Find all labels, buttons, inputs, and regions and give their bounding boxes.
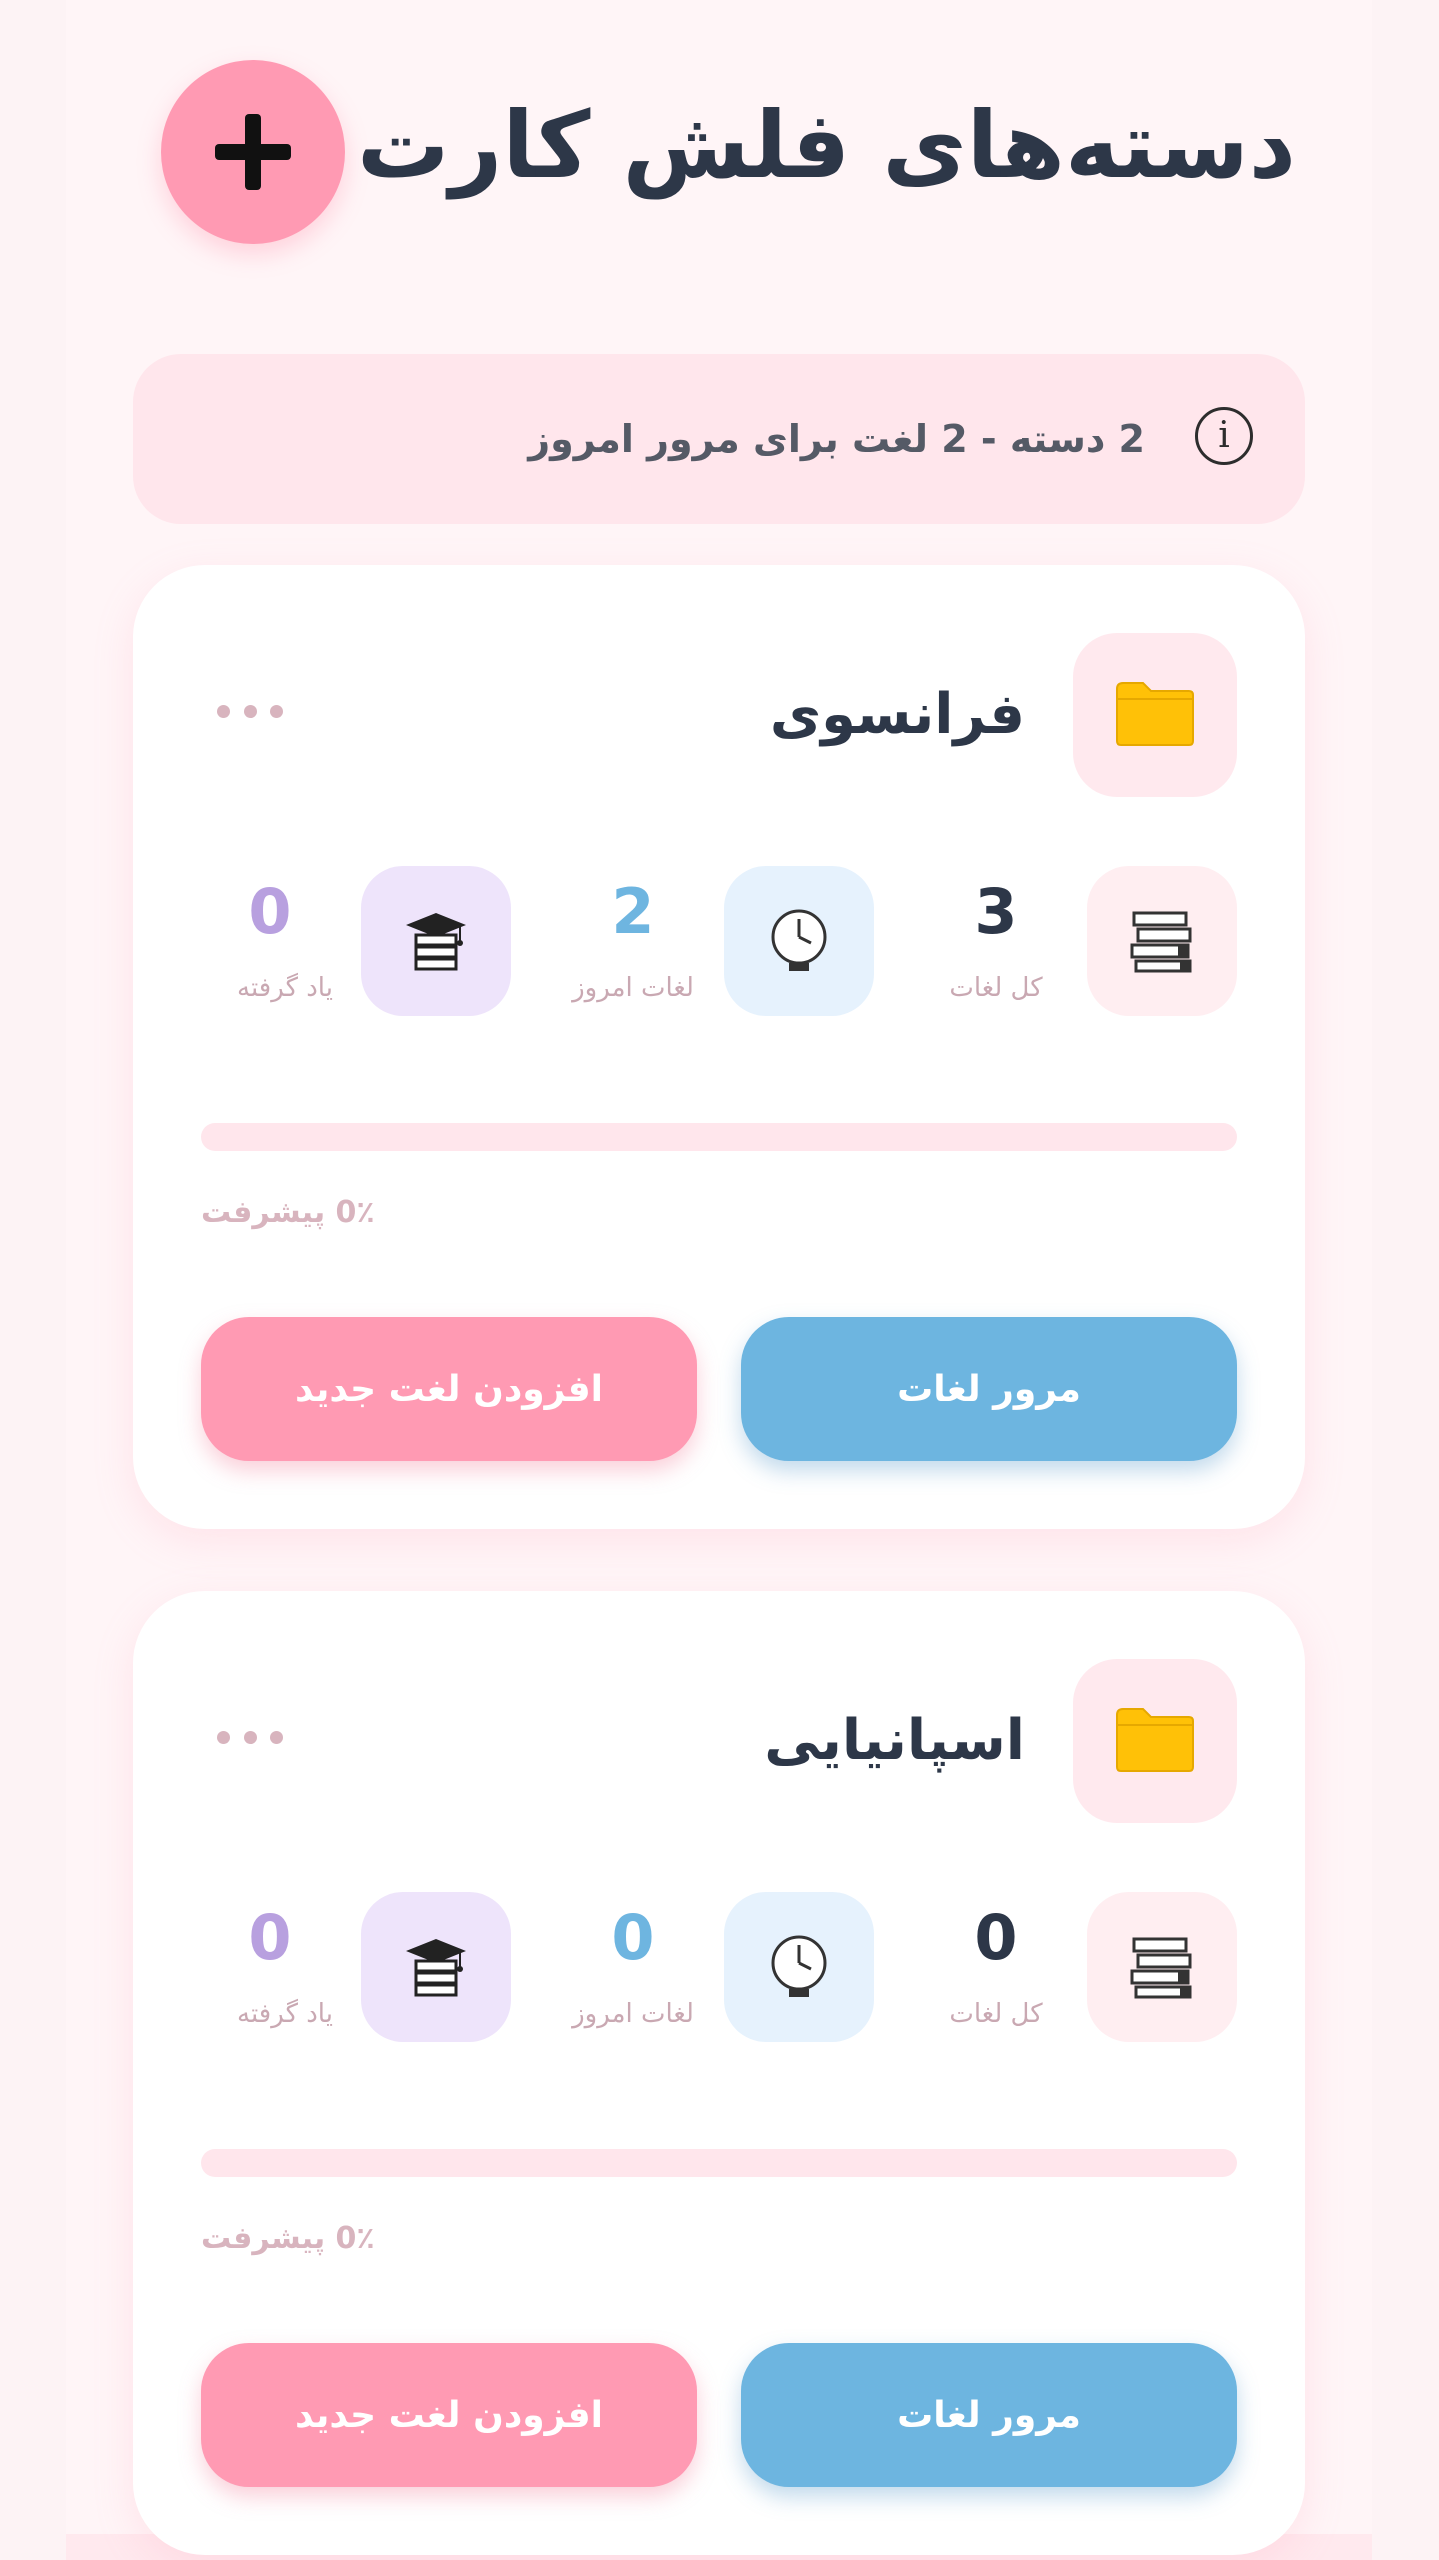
review-words-button[interactable]: مرور لغات xyxy=(741,2343,1237,2487)
deck-name: اسپانیایی xyxy=(764,1708,1025,1773)
today-words-tile xyxy=(724,1892,874,2042)
today-words-label: لغات امروز xyxy=(572,1999,694,2029)
summary-text: 2 دسته - 2 لغت برای مرور امروز xyxy=(528,417,1145,461)
plus-icon xyxy=(215,114,291,190)
clock-icon xyxy=(771,1935,827,1997)
graduation-cap-icon xyxy=(406,913,466,971)
folder-tile xyxy=(1073,1659,1237,1823)
progress-bar xyxy=(201,2149,1237,2177)
learned-words-label: یاد گرفته xyxy=(237,1999,333,2029)
deck-card[interactable]: اسپانیایی 0 کل لغات 0 لغات امروز 0 یاد گ… xyxy=(133,1591,1305,2555)
today-words-tile xyxy=(724,866,874,1016)
books-icon xyxy=(1130,1937,1192,1999)
header: دسته‌های فلش کارت xyxy=(66,0,1372,310)
today-words-value: 2 xyxy=(611,875,655,948)
learned-words-value: 0 xyxy=(248,875,292,948)
folder-tile xyxy=(1073,633,1237,797)
review-words-button[interactable]: مرور لغات xyxy=(741,1317,1237,1461)
total-words-tile xyxy=(1087,866,1237,1016)
summary-banner: i 2 دسته - 2 لغت برای مرور امروز xyxy=(133,354,1305,524)
add-word-button[interactable]: افزودن لغت جدید xyxy=(201,1317,697,1461)
add-word-button[interactable]: افزودن لغت جدید xyxy=(201,2343,697,2487)
total-words-value: 0 xyxy=(974,1901,1018,1974)
progress-text: 0٪ پیشرفت xyxy=(201,1195,375,1230)
learned-words-value: 0 xyxy=(248,1901,292,1974)
deck-card[interactable]: فرانسوی 3 کل لغات 2 لغات امروز 0 یاد گرف… xyxy=(133,565,1305,1529)
progress-bar xyxy=(201,1123,1237,1151)
more-options-icon[interactable] xyxy=(217,699,283,723)
today-words-value: 0 xyxy=(611,1901,655,1974)
progress-text: 0٪ پیشرفت xyxy=(201,2221,375,2256)
folder-icon xyxy=(1116,1708,1194,1772)
clock-icon xyxy=(771,909,827,971)
total-words-value: 3 xyxy=(974,875,1018,948)
books-icon xyxy=(1130,911,1192,973)
folder-icon xyxy=(1116,682,1194,746)
more-options-icon[interactable] xyxy=(217,1725,283,1749)
page-title: دسته‌های فلش کارت xyxy=(356,92,1296,199)
total-words-label: کل لغات xyxy=(949,1999,1043,2029)
today-words-label: لغات امروز xyxy=(572,973,694,1003)
graduation-cap-icon xyxy=(406,1939,466,1997)
deck-name: فرانسوی xyxy=(769,682,1025,747)
info-icon[interactable]: i xyxy=(1195,407,1253,465)
total-words-label: کل لغات xyxy=(949,973,1043,1003)
learned-words-label: یاد گرفته xyxy=(237,973,333,1003)
total-words-tile xyxy=(1087,1892,1237,2042)
add-deck-button[interactable] xyxy=(161,60,345,244)
